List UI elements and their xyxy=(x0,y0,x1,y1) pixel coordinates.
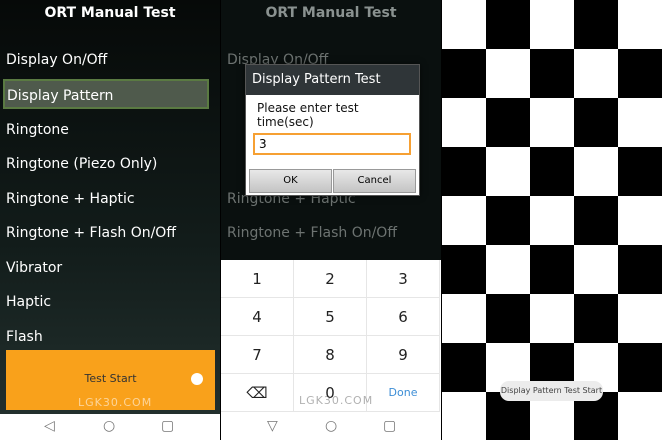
key-8[interactable]: 8 xyxy=(294,336,367,374)
test-start-label: Test Start xyxy=(84,372,137,385)
test-time-input[interactable] xyxy=(253,133,411,155)
nav-bar: ◁ ○ ▢ xyxy=(0,414,220,440)
menu-screen: ORT Manual Test Display On/Off Display P… xyxy=(0,0,220,440)
key-1[interactable]: 1 xyxy=(221,260,294,298)
checker-square xyxy=(442,245,486,294)
toggle-dot-icon xyxy=(191,373,203,385)
checker-square xyxy=(486,98,530,147)
display-pattern-dialog: Display Pattern Test Please enter test t… xyxy=(245,64,420,196)
dialog-message: Please enter test time(sec) xyxy=(257,101,359,129)
checker-square xyxy=(486,294,530,343)
checker-square xyxy=(442,49,486,98)
pattern-screen: Display Pattern Test Start xyxy=(442,0,662,440)
nav-bar: ▽ ○ ▢ xyxy=(221,414,441,440)
home-icon[interactable]: ○ xyxy=(325,418,337,434)
checker-square xyxy=(574,294,618,343)
app-title-dim: ORT Manual Test xyxy=(265,5,397,21)
recents-icon[interactable]: ▢ xyxy=(383,418,396,434)
menu-item-flash[interactable]: Flash xyxy=(6,329,43,345)
menu-item-vibrator[interactable]: Vibrator xyxy=(6,260,62,276)
checker-square xyxy=(618,343,662,392)
key-4[interactable]: 4 xyxy=(221,298,294,336)
backspace-icon[interactable]: ⌫ xyxy=(221,374,294,412)
menu-item-haptic[interactable]: Haptic xyxy=(6,294,51,310)
key-6[interactable]: 6 xyxy=(367,298,440,336)
checker-square xyxy=(530,147,574,196)
checker-square xyxy=(486,0,530,49)
menu-item-ringtone-haptic[interactable]: Ringtone + Haptic xyxy=(6,191,135,207)
checker-square xyxy=(442,343,486,392)
checker-square xyxy=(530,49,574,98)
checker-square xyxy=(486,196,530,245)
menu-item-ringtone-piezo[interactable]: Ringtone (Piezo Only) xyxy=(6,156,157,172)
watermark: LGK30.COM xyxy=(299,394,374,407)
toast-message: Display Pattern Test Start xyxy=(500,381,603,401)
menu-item-dim: Ringtone + Flash On/Off xyxy=(227,225,397,241)
checker-square xyxy=(618,245,662,294)
menu-item-ringtone[interactable]: Ringtone xyxy=(6,122,69,138)
menu-item-display-onoff[interactable]: Display On/Off xyxy=(6,52,107,68)
done-key[interactable]: Done xyxy=(367,374,440,412)
cancel-button[interactable]: Cancel xyxy=(333,169,416,193)
back-icon[interactable]: ◁ xyxy=(44,418,55,434)
checker-square xyxy=(574,0,618,49)
checker-square xyxy=(618,147,662,196)
key-2[interactable]: 2 xyxy=(294,260,367,298)
checkerboard-pattern xyxy=(442,0,662,440)
recents-icon[interactable]: ▢ xyxy=(161,418,174,434)
key-5[interactable]: 5 xyxy=(294,298,367,336)
home-icon[interactable]: ○ xyxy=(103,418,115,434)
app-title: ORT Manual Test xyxy=(44,5,176,21)
checker-square xyxy=(574,196,618,245)
key-3[interactable]: 3 xyxy=(367,260,440,298)
menu-item-ringtone-flash[interactable]: Ringtone + Flash On/Off xyxy=(6,225,176,241)
ok-button[interactable]: OK xyxy=(249,169,332,193)
key-7[interactable]: 7 xyxy=(221,336,294,374)
dialog-title: Display Pattern Test xyxy=(246,65,419,95)
menu-item-display-pattern[interactable]: Display Pattern xyxy=(3,79,209,109)
checker-square xyxy=(574,98,618,147)
checker-square xyxy=(442,147,486,196)
key-9[interactable]: 9 xyxy=(367,336,440,374)
dialog-screen: ORT Manual Test Display On/Off Ringtone … xyxy=(221,0,441,440)
watermark: LGK30.COM xyxy=(78,396,153,409)
checker-square xyxy=(530,245,574,294)
numeric-keypad: 1 2 3 4 5 6 7 8 9 ⌫ 0 Done LGK30.COM xyxy=(221,260,441,414)
hide-keyboard-icon[interactable]: ▽ xyxy=(267,418,278,434)
checker-square xyxy=(618,49,662,98)
